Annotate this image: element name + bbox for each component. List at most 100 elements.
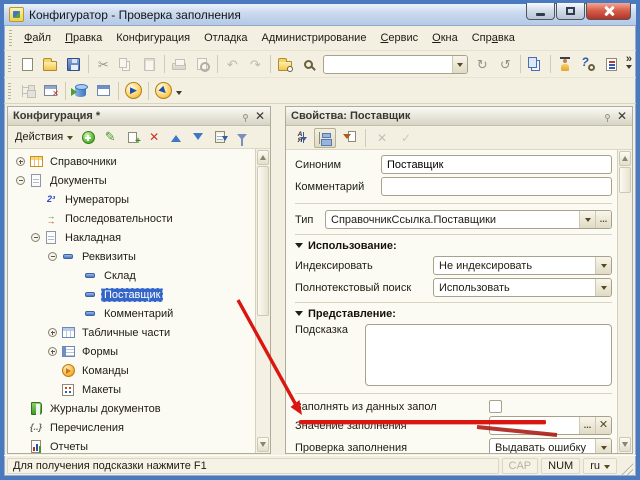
- collapse-icon[interactable]: [48, 252, 57, 261]
- tree-item-attributes[interactable]: Реквизиты: [8, 247, 255, 266]
- start-debugging-button[interactable]: ▶: [122, 80, 145, 102]
- scrollbar-thumb[interactable]: [619, 167, 631, 193]
- tree-item-layouts[interactable]: Макеты: [8, 380, 255, 399]
- menu-item-service[interactable]: Сервис: [373, 28, 425, 48]
- save-button[interactable]: [62, 53, 85, 75]
- properties-scrollbar[interactable]: [617, 150, 632, 453]
- scrollbar-track[interactable]: [256, 316, 270, 436]
- tooltip-textarea[interactable]: [365, 324, 612, 386]
- menu-item-administration[interactable]: Администрирование: [255, 28, 374, 48]
- type-combobox[interactable]: СправочникСсылка.Поставщики ...: [325, 210, 612, 229]
- search-input[interactable]: [324, 58, 452, 70]
- start-client-button[interactable]: ▶: [152, 80, 175, 102]
- panel-close-button[interactable]: ✕: [617, 110, 627, 122]
- pin-icon[interactable]: [605, 114, 610, 119]
- scroll-down-button[interactable]: [619, 437, 631, 452]
- resize-grip[interactable]: [620, 462, 633, 475]
- menu-item-configuration[interactable]: Конфигурация: [109, 28, 197, 48]
- menu-item-file[interactable]: Файл: [17, 28, 58, 48]
- sort-alphabetical-button[interactable]: [290, 128, 312, 148]
- filter-button[interactable]: [232, 128, 252, 147]
- maximize-button[interactable]: [556, 3, 585, 20]
- fill-from-data-checkbox[interactable]: [489, 400, 502, 413]
- indexing-combobox[interactable]: Не индексировать: [433, 256, 612, 275]
- fill-value-more-button[interactable]: ...: [579, 417, 595, 434]
- scroll-up-button[interactable]: [257, 150, 269, 165]
- comment-input[interactable]: [382, 178, 611, 195]
- menu-item-edit[interactable]: Правка: [58, 28, 109, 48]
- add-button[interactable]: [78, 128, 98, 147]
- tree-item-document-journals[interactable]: Журналы документов: [8, 399, 255, 418]
- titlebar[interactable]: Конфигуратор - Проверка заполнения: [4, 4, 636, 26]
- fill-check-combobox[interactable]: Выдавать ошибку: [489, 438, 612, 453]
- tree-item-documents[interactable]: Документы: [8, 171, 255, 190]
- tree-item-reports[interactable]: Отчеты: [8, 437, 255, 453]
- fill-value-field[interactable]: ... ✕: [489, 416, 612, 435]
- expand-icon[interactable]: [48, 328, 57, 337]
- open-button[interactable]: [39, 53, 62, 75]
- fill-value-clear-button[interactable]: ✕: [595, 417, 611, 434]
- toolbar-grip[interactable]: [8, 83, 11, 99]
- copy-add-button[interactable]: [122, 128, 142, 147]
- type-dropdown-button[interactable]: [579, 211, 595, 228]
- update-db-configuration-button[interactable]: [69, 80, 92, 102]
- scrollbar-track[interactable]: [618, 193, 632, 436]
- fulltext-combobox[interactable]: Использовать: [433, 278, 612, 297]
- language-indicator[interactable]: ru: [583, 458, 617, 474]
- fill-check-dropdown-button[interactable]: [595, 439, 611, 453]
- tree-item-forms[interactable]: Формы: [8, 342, 255, 361]
- tree-item-catalogs[interactable]: Справочники: [8, 152, 255, 171]
- search-dropdown-button[interactable]: [452, 56, 467, 73]
- minimize-button[interactable]: [526, 3, 555, 20]
- pin-icon[interactable]: [243, 114, 248, 119]
- tree-item-numerators[interactable]: 2³Нумераторы: [8, 190, 255, 209]
- wizard-button[interactable]: [554, 53, 577, 75]
- synonym-field[interactable]: [381, 155, 612, 174]
- tree-item-enumerations[interactable]: {..}Перечисления: [8, 418, 255, 437]
- open-window-button[interactable]: [92, 80, 115, 102]
- tree-item-postavshchik-selected[interactable]: Поставщик: [8, 285, 255, 304]
- chevron-down-icon[interactable]: [176, 91, 182, 98]
- find-in-files-button[interactable]: [274, 53, 297, 75]
- edit-button[interactable]: ✎: [100, 128, 120, 147]
- synonym-input[interactable]: [382, 156, 611, 173]
- toolbar-grip[interactable]: [9, 30, 12, 46]
- collapse-icon[interactable]: [31, 233, 40, 242]
- tree-item-sequences[interactable]: →→Последовательности: [8, 209, 255, 228]
- tree-item-sklad[interactable]: Склад: [8, 266, 255, 285]
- sort-list-button[interactable]: [210, 128, 230, 147]
- actions-menu-button[interactable]: Действия: [12, 131, 76, 143]
- tree-item-tabular-sections[interactable]: Табличные части: [8, 323, 255, 342]
- toolbar-overflow-button[interactable]: »: [626, 56, 632, 72]
- expand-icon[interactable]: [48, 347, 57, 356]
- new-document-button[interactable]: [16, 53, 39, 75]
- tree-item-kommentariy[interactable]: Комментарий: [8, 304, 255, 323]
- indexing-dropdown-button[interactable]: [595, 257, 611, 274]
- scrollbar-thumb[interactable]: [257, 166, 269, 316]
- panel-splitter[interactable]: [271, 106, 285, 454]
- search-combobox[interactable]: [323, 55, 468, 74]
- move-up-button[interactable]: [166, 128, 186, 147]
- comment-field[interactable]: [381, 177, 612, 196]
- close-button[interactable]: [586, 3, 631, 20]
- collapse-icon[interactable]: [16, 176, 25, 185]
- search-button[interactable]: [297, 53, 320, 75]
- show-important-only-button[interactable]: [338, 128, 360, 148]
- tree-item-nakladnaya[interactable]: Накладная: [8, 228, 255, 247]
- tree-scrollbar[interactable]: [255, 149, 270, 453]
- section-usage[interactable]: Использование:: [295, 234, 612, 254]
- syntax-helper-button[interactable]: [600, 53, 623, 75]
- fulltext-dropdown-button[interactable]: [595, 279, 611, 296]
- compare-windows-button[interactable]: [524, 53, 547, 75]
- menu-item-windows[interactable]: Окна: [425, 28, 465, 48]
- panel-close-button[interactable]: ✕: [255, 110, 265, 122]
- scroll-up-button[interactable]: [619, 151, 631, 166]
- configuration-panel-header[interactable]: Конфигурация * ✕: [8, 107, 270, 126]
- group-by-categories-button[interactable]: [314, 128, 336, 148]
- scroll-down-button[interactable]: [257, 437, 269, 452]
- delete-button[interactable]: ✕: [144, 128, 164, 147]
- section-presentation[interactable]: Представление:: [295, 302, 612, 322]
- menu-item-help[interactable]: Справка: [465, 28, 522, 48]
- help-search-button[interactable]: ?: [577, 53, 600, 75]
- expand-icon[interactable]: [16, 157, 25, 166]
